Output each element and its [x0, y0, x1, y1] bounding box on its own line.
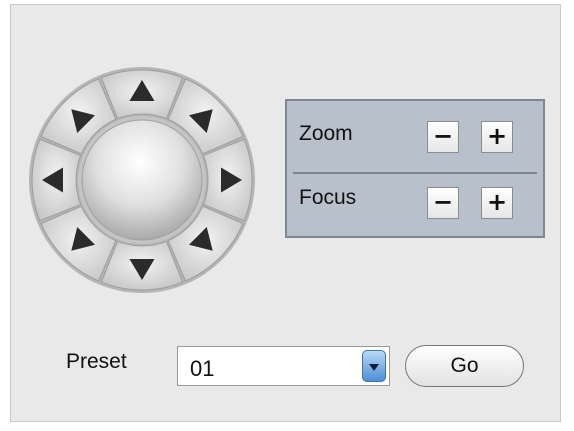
dropdown-arrow-icon[interactable]: [362, 350, 386, 382]
focus-far-button[interactable]: +: [481, 187, 513, 219]
ptz-center-knob[interactable]: [81, 119, 203, 241]
preset-label: Preset: [66, 350, 127, 373]
focus-near-button[interactable]: −: [427, 187, 459, 219]
lens-divider: [293, 172, 537, 174]
go-button[interactable]: Go: [405, 345, 524, 387]
lens-control-box: Zoom − + Focus − +: [285, 99, 545, 238]
ptz-direction-pad: [27, 65, 257, 295]
preset-select[interactable]: 01: [177, 346, 390, 386]
zoom-in-button[interactable]: +: [481, 121, 513, 153]
focus-label: Focus: [299, 186, 357, 209]
preset-selected-value: 01: [190, 356, 215, 381]
zoom-label: Zoom: [299, 122, 353, 145]
ptz-ring-graphic: [29, 67, 255, 293]
zoom-out-button[interactable]: −: [427, 121, 459, 153]
